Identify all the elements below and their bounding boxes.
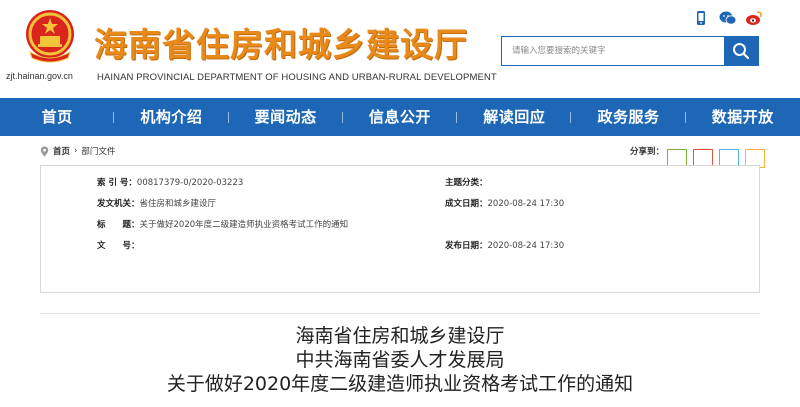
nav-item-label: 解读回应 [483,108,546,126]
site-domain: zjt.hainan.gov.cn [6,71,73,81]
article-title-line: 海南省住房和城乡建设厅 [295,325,505,347]
search-box [501,36,759,66]
breadcrumb: 首页 › 部门文件 [40,144,115,158]
site-title[interactable]: 海南省住房和城乡建设厅 [94,18,468,66]
nav-item-label: 首页 [41,108,73,126]
nav-item-label: 政务服务 [597,108,660,126]
info-value: 00817379-0/2020-03223 [136,178,244,188]
site-header: zjt.hainan.gov.cn 海南省住房和城乡建设厅 HAINAN PRO… [0,0,800,98]
nav-item-open-data[interactable]: 数据开放 [686,98,800,136]
nav-item-label: 机构介绍 [140,108,203,126]
nav-item-interpretation[interactable]: 解读回应 [457,98,572,136]
info-published-date: 发布日期：2020-08-24 17:30 [445,239,564,251]
nav-item-home[interactable]: 首页 [0,98,115,136]
nav-item-label: 数据开放 [711,108,774,126]
search-input[interactable] [502,37,724,65]
search-button[interactable] [724,37,758,65]
weibo-icon[interactable] [745,10,762,26]
search-icon [733,43,750,60]
info-value: 2020-08-24 17:30 [487,241,565,251]
info-index-number: 索 引 号：00817379-0/2020-03223 [97,176,243,188]
info-created-date: 成文日期：2020-08-24 17:30 [445,197,564,209]
info-label: 发文机关： [97,199,140,209]
main-nav: 首页 机构介绍 要闻动态 信息公开 解读回应 政务服务 数据开放 [0,98,800,136]
article-title: 海南省住房和城乡建设厅 中共海南省委人才发展局 关于做好2020年度二级建造师执… [0,324,800,396]
breadcrumb-separator: › [74,146,78,156]
breadcrumb-current[interactable]: 部门文件 [81,145,115,157]
info-label: 成文日期： [445,199,488,209]
info-value: 关于做好2020年度二级建造师执业资格考试工作的通知 [139,220,349,230]
site-subtitle: HAINAN PROVINCIAL DEPARTMENT OF HOUSING … [97,72,497,83]
nav-item-label: 信息公开 [368,108,431,126]
nav-item-disclosure[interactable]: 信息公开 [343,98,458,136]
nav-item-label: 要闻动态 [254,108,317,126]
mobile-icon[interactable] [693,10,709,26]
info-issuer: 发文机关：省住房和城乡建设厅 [97,197,216,209]
breadcrumb-home[interactable]: 首页 [53,145,70,157]
nav-item-news[interactable]: 要闻动态 [229,98,343,136]
wechat-icon[interactable] [719,10,737,26]
info-label: 索 引 号： [97,178,137,188]
info-label: 标 题： [97,220,140,230]
article-title-line: 中共海南省委人才发展局 [295,349,505,371]
document-info-table: 索 引 号：00817379-0/2020-03223 主题分类： 发文机关：省… [40,165,760,293]
article-title-line: 关于做好2020年度二级建造师执业资格考试工作的通知 [166,373,634,395]
info-category: 主题分类： [445,176,488,188]
nav-item-organization[interactable]: 机构介绍 [114,98,229,136]
info-title: 标 题：关于做好2020年度二级建造师执业资格考试工作的通知 [97,218,348,230]
top-icon-bar [693,10,762,26]
info-label: 发布日期： [445,241,488,251]
share-label: 分享到： [630,147,665,157]
national-emblem-icon [26,10,74,63]
location-pin-icon [40,146,49,156]
content-divider [40,313,760,314]
info-doc-number: 文 号： [97,239,140,251]
info-label: 主题分类： [445,178,488,188]
info-value: 2020-08-24 17:30 [487,199,565,209]
info-value: 省住房和城乡建设厅 [139,199,217,209]
info-label: 文 号： [97,241,140,251]
nav-item-services[interactable]: 政务服务 [571,98,686,136]
